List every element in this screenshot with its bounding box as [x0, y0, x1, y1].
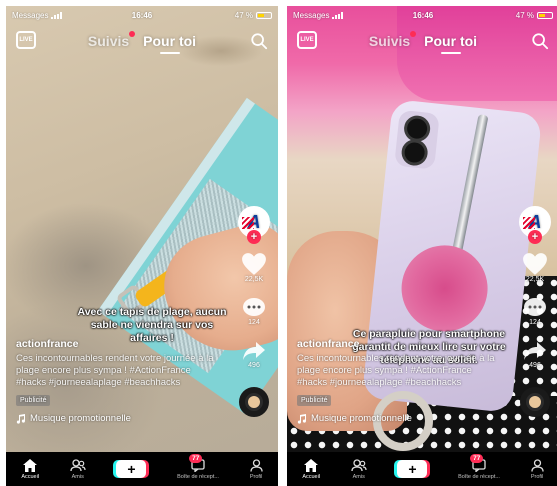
description: Ces incontournables rendent votre journé…: [16, 353, 214, 388]
action-rail: A + 22,5K 124 496: [517, 206, 553, 417]
nav-profile[interactable]: Profil: [530, 458, 544, 480]
music-label: Musique promotionnelle: [311, 413, 412, 424]
pop-socket: [397, 241, 492, 336]
like-button[interactable]: 22,5K: [241, 252, 267, 283]
carrier: Messages: [12, 10, 49, 20]
comment-button[interactable]: 124: [242, 297, 266, 326]
share-icon: [243, 342, 265, 360]
tab-following[interactable]: Suivis: [88, 31, 136, 49]
nav-home[interactable]: Accueil: [302, 458, 320, 480]
nav-profile[interactable]: Profil: [249, 458, 263, 480]
share-count: 496: [529, 362, 541, 369]
battery-icon: [256, 11, 272, 19]
nav-friends[interactable]: Amis: [351, 458, 367, 480]
brand-stripes: [523, 217, 535, 229]
caption-block: actionfrance Ces incontournables rendent…: [297, 338, 497, 424]
home-icon: [304, 458, 319, 472]
nav-home[interactable]: Accueil: [21, 458, 39, 480]
comment-icon: [524, 298, 546, 316]
signal-icon: [51, 11, 63, 19]
profile-icon: [249, 458, 263, 472]
tab-following[interactable]: Suivis: [369, 31, 417, 49]
music-disc[interactable]: [520, 387, 550, 417]
top-nav: LIVE Suivis Pour toi: [287, 28, 557, 54]
camera-block: [394, 109, 440, 170]
music-note-icon: [297, 413, 307, 424]
tiktok-screen-left: Messages 16:46 47 % LIVE Suivis Pour toi…: [6, 6, 278, 486]
plus-icon: +: [116, 460, 147, 478]
search-icon[interactable]: [531, 32, 549, 50]
battery-icon: [537, 11, 553, 19]
create-button[interactable]: +: [116, 460, 147, 478]
live-icon[interactable]: LIVE: [16, 31, 36, 49]
carrier: Messages: [293, 10, 330, 20]
home-icon: [23, 458, 38, 472]
like-count: 22,5K: [525, 276, 545, 283]
ad-label: Publicité: [16, 395, 51, 406]
comment-count: 124: [248, 319, 260, 326]
music-disc[interactable]: [239, 387, 269, 417]
music-note-icon: [16, 413, 26, 424]
action-rail: A + 22,5K 124 496: [236, 206, 272, 417]
nav-friends[interactable]: Amis: [70, 458, 86, 480]
notification-dot: [410, 31, 417, 37]
ad-label: Publicité: [297, 395, 332, 406]
top-nav: LIVE Suivis Pour toi: [6, 28, 278, 54]
comment-icon: [243, 298, 265, 316]
camera-lens: [402, 114, 432, 143]
status-bar: Messages 16:46 47 %: [6, 6, 278, 24]
music-row[interactable]: Musique promotionnelle: [16, 413, 216, 424]
profile-icon: [530, 458, 544, 472]
battery-percent: 47 %: [234, 10, 253, 20]
battery-percent: 47 %: [515, 10, 534, 20]
tab-for-you[interactable]: Pour toi: [143, 33, 196, 49]
music-label: Musique promotionnelle: [30, 413, 131, 424]
create-button[interactable]: +: [397, 460, 428, 478]
notification-dot: [129, 31, 136, 37]
username[interactable]: actionfrance: [297, 338, 497, 350]
heart-icon: [523, 253, 547, 275]
share-button[interactable]: 496: [523, 340, 547, 369]
follow-button[interactable]: +: [247, 230, 261, 244]
avatar[interactable]: A +: [238, 206, 270, 244]
tab-for-you[interactable]: Pour toi: [424, 33, 477, 49]
status-bar: Messages 16:46 47 %: [287, 6, 557, 24]
nav-inbox[interactable]: 77 Boîte de récept...: [177, 453, 219, 480]
comment-button[interactable]: 124: [523, 297, 547, 326]
camera-lens: [400, 138, 429, 167]
bottom-nav: Accueil Amis + 77 Boîte de récept... Pro…: [287, 452, 557, 486]
plus-icon: +: [397, 460, 428, 478]
friends-icon: [351, 458, 367, 471]
nav-inbox[interactable]: 77 Boîte de récept...: [458, 453, 500, 480]
signal-icon: [332, 11, 344, 19]
brand-stripes: [242, 217, 254, 229]
share-count: 496: [248, 362, 260, 369]
search-icon[interactable]: [250, 32, 268, 50]
music-row[interactable]: Musique promotionnelle: [297, 413, 497, 424]
username[interactable]: actionfrance: [16, 338, 216, 350]
heart-icon: [242, 253, 266, 275]
bottom-nav: Accueil Amis + 77 Boîte de récept... Pro…: [6, 452, 278, 486]
comment-count: 124: [529, 319, 541, 326]
caption-block: actionfrance Ces incontournables rendent…: [16, 338, 216, 424]
live-icon[interactable]: LIVE: [297, 31, 317, 49]
tiktok-screen-right: Messages 16:46 47 % LIVE Suivis Pour toi…: [287, 6, 557, 486]
like-count: 22,5K: [244, 276, 264, 283]
like-button[interactable]: 22,5K: [522, 252, 548, 283]
follow-button[interactable]: +: [528, 230, 542, 244]
share-button[interactable]: 496: [242, 340, 266, 369]
friends-icon: [70, 458, 86, 471]
inbox-count-badge: 77: [470, 453, 484, 463]
description: Ces incontournables rendent votre journé…: [297, 353, 495, 388]
inbox-count-badge: 77: [189, 453, 203, 463]
avatar[interactable]: A +: [519, 206, 551, 244]
share-icon: [524, 342, 546, 360]
